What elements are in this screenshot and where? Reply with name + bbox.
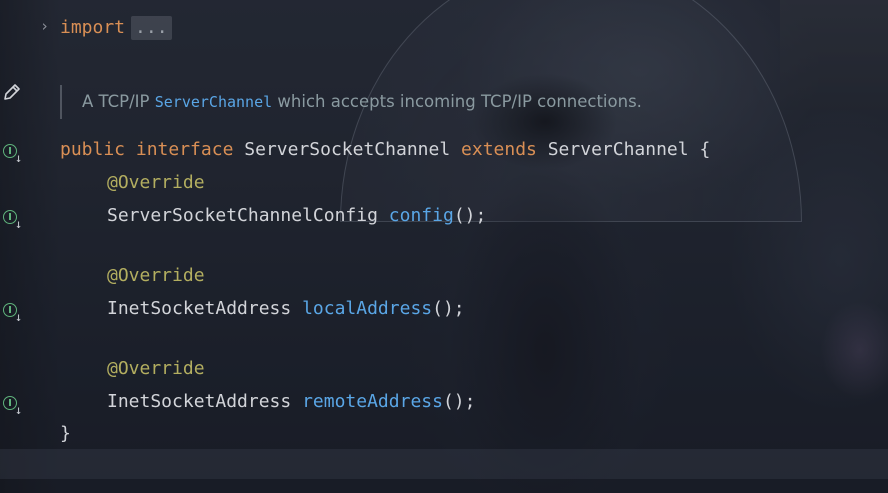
implementation-marker-icon[interactable]: ↓ xyxy=(0,205,28,231)
current-line-highlight xyxy=(0,449,888,479)
code-editor[interactable]: ↓ ↓ ↓ ↓ › import... A TCP/IP ServerChann… xyxy=(0,0,888,493)
method-line: InetSocketAddress localAddress(); xyxy=(107,298,465,319)
method-name: remoteAddress xyxy=(302,391,443,412)
interface-name: ServerSocketChannel xyxy=(244,139,451,160)
doc-comment: A TCP/IP ServerChannel which accepts inc… xyxy=(60,85,642,119)
parent-type: ServerChannel xyxy=(547,139,689,160)
annotation-line: @Override xyxy=(107,358,205,379)
folded-imports[interactable]: ... xyxy=(131,16,172,40)
annotation-line: @Override xyxy=(107,172,205,193)
implementation-marker-icon[interactable]: ↓ xyxy=(0,139,28,165)
interface-declaration: public interface ServerSocketChannel ext… xyxy=(60,139,711,160)
implementation-marker-icon[interactable]: ↓ xyxy=(0,298,28,324)
method-name: config xyxy=(388,205,454,226)
closing-brace: } xyxy=(60,423,71,444)
method-line: InetSocketAddress remoteAddress(); xyxy=(107,391,476,412)
chevron-right-icon[interactable]: › xyxy=(40,17,49,35)
gutter: ↓ ↓ ↓ ↓ xyxy=(0,0,50,493)
method-line: ServerSocketChannelConfig config(); xyxy=(107,205,487,226)
annotation-line: @Override xyxy=(107,265,205,286)
doc-code-ref[interactable]: ServerChannel xyxy=(155,93,272,111)
import-keyword: import xyxy=(60,17,126,38)
import-line: import... xyxy=(60,15,172,41)
pencil-icon[interactable] xyxy=(2,82,22,102)
implementation-marker-icon[interactable]: ↓ xyxy=(0,391,28,417)
method-name: localAddress xyxy=(302,298,433,319)
